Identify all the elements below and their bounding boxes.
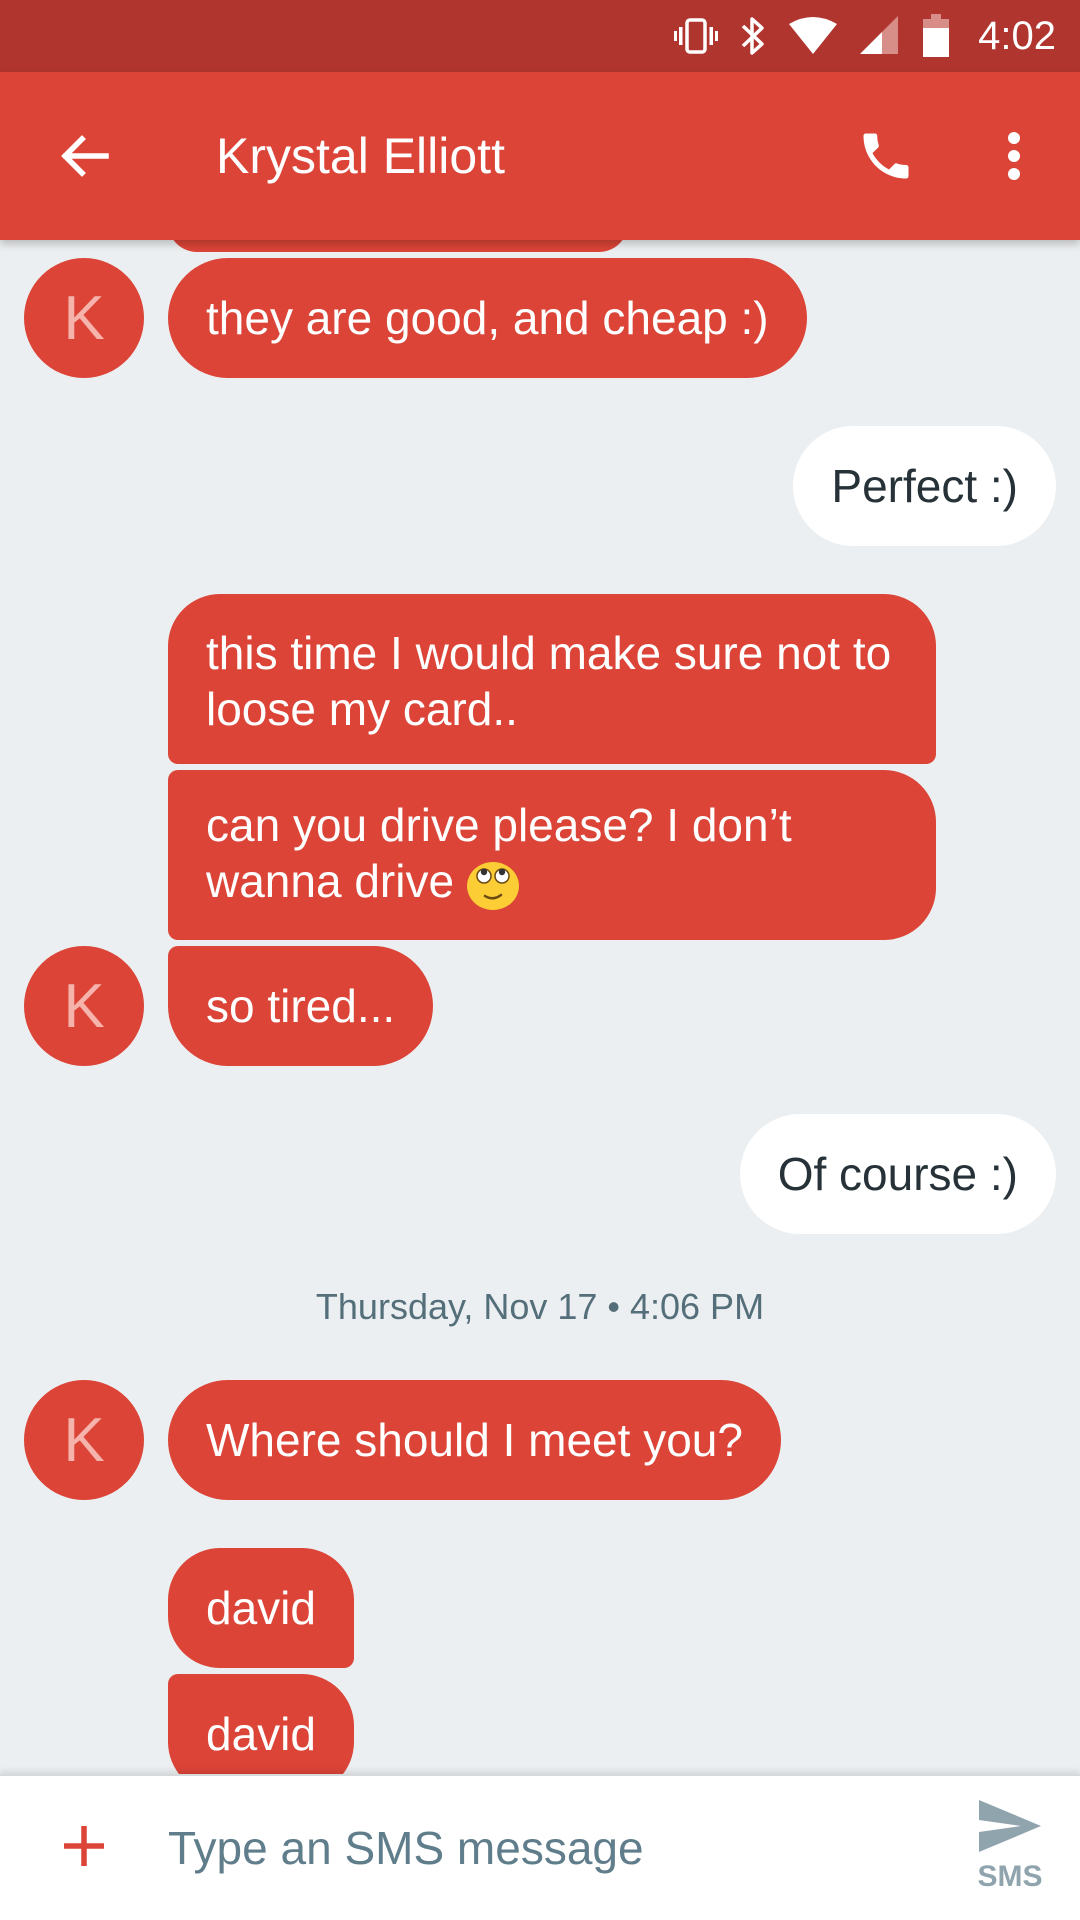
wifi-icon — [788, 16, 838, 56]
message-text: david — [206, 1708, 316, 1760]
avatar[interactable]: K — [24, 946, 144, 1066]
message-bubble-incoming[interactable]: they are good, and cheap :) — [168, 258, 807, 378]
message-text: so tired... — [206, 980, 396, 1032]
signal-icon — [860, 16, 900, 56]
avatar[interactable]: K — [24, 258, 144, 378]
bluetooth-icon — [740, 15, 766, 57]
status-time: 4:02 — [978, 13, 1056, 58]
message-bubble-incoming[interactable]: david — [168, 1548, 354, 1668]
status-icons: 4:02 — [674, 0, 1056, 72]
message-text: can you drive please? I don’t wanna driv… — [206, 797, 846, 914]
message-bubble-incoming[interactable]: this time I would make sure not to loose… — [168, 594, 936, 764]
compose-bar: SMS — [0, 1774, 1080, 1920]
arrow-back-icon — [61, 135, 109, 177]
message-bubble-incoming[interactable]: can you drive please? I don’t wanna driv… — [168, 770, 936, 940]
attach-button[interactable] — [44, 1806, 124, 1886]
avatar[interactable]: K — [24, 1380, 144, 1500]
message-bubble-incoming[interactable]: david — [168, 1674, 354, 1774]
message-text: Where should I meet you? — [206, 1414, 743, 1466]
message-bubble-incoming[interactable]: Where should I meet you? — [168, 1380, 781, 1500]
avatar-letter: K — [63, 283, 105, 353]
send-icon — [979, 1800, 1041, 1852]
message-text: Perfect :) — [831, 460, 1018, 512]
rolling-eyes-emoji — [467, 862, 520, 911]
message-list[interactable]: K they are good, and cheap :) Perfect :)… — [0, 240, 1080, 1774]
date-divider: Thursday, Nov 17 • 4:06 PM — [315, 1286, 765, 1327]
message-bubble-outgoing[interactable]: Of course :) — [739, 1114, 1056, 1234]
plus-icon — [64, 1826, 104, 1866]
avatar-letter: K — [63, 1405, 105, 1475]
more-options-button[interactable] — [970, 112, 1058, 200]
message-text: they are good, and cheap :) — [206, 292, 769, 344]
send-label: SMS — [977, 1860, 1043, 1893]
app-bar: Krystal Elliott — [0, 72, 1080, 240]
message-input[interactable] — [168, 1806, 928, 1890]
message-bubble-partial[interactable] — [168, 240, 628, 252]
message-text: this time I would make sure not to loose… — [206, 627, 892, 735]
more-vert-icon — [1008, 132, 1020, 180]
phone-icon — [863, 133, 909, 179]
message-text: david — [206, 1582, 316, 1634]
vibrate-icon — [674, 16, 719, 56]
battery-icon — [922, 14, 950, 58]
message-bubble-incoming[interactable]: so tired... — [168, 946, 434, 1066]
message-bubble-outgoing[interactable]: Perfect :) — [793, 426, 1056, 546]
message-text: Of course :) — [777, 1148, 1018, 1200]
send-button[interactable]: SMS — [960, 1796, 1060, 1906]
avatar-letter: K — [63, 971, 105, 1041]
call-button[interactable] — [842, 112, 930, 200]
conversation-title: Krystal Elliott — [216, 128, 505, 184]
status-bar: 4:02 — [0, 0, 1080, 72]
back-button[interactable] — [40, 112, 128, 200]
